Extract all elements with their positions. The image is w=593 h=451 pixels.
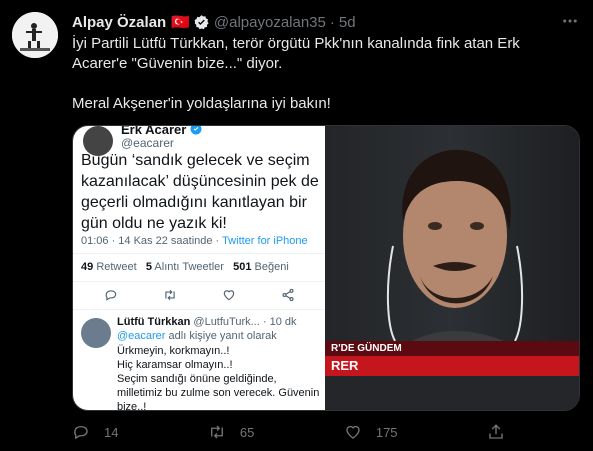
divider	[73, 281, 325, 282]
divider	[73, 253, 325, 254]
heart-icon	[344, 423, 362, 441]
verified-badge-icon	[193, 14, 210, 31]
author-name[interactable]: Alpay Özalan	[72, 14, 166, 31]
tweet-text: İyi Partili Lütfü Türkkan, terör örgütü …	[72, 34, 577, 114]
embedded-verified-icon	[190, 126, 202, 135]
like-button[interactable]: 175	[344, 423, 398, 441]
reply-button[interactable]: 14	[72, 423, 118, 441]
share-icon	[281, 288, 294, 302]
reply-icon	[72, 423, 90, 441]
embedded-stats: 49 Retweet 5 Alıntı Tweetler 501 Beğeni	[81, 261, 289, 273]
author-avatar[interactable]	[12, 12, 58, 58]
more-options-icon[interactable]	[559, 10, 581, 32]
reply-avatar	[81, 318, 111, 348]
tweet-media[interactable]: Erk Acarer @eacarer Bugün ‘sandık gelece…	[72, 125, 580, 411]
reply-text: Ürkmeyin, korkmayın..! Hiç karamsar olma…	[117, 345, 320, 410]
embedded-handle: @eacarer	[121, 136, 174, 150]
retweet-button[interactable]: 65	[208, 423, 254, 441]
embedded-meta: 01:06 · 14 Kas 22 saatinde · Twitter for…	[81, 235, 308, 247]
tweet-text-line-1: İyi Partili Lütfü Türkkan, terör örgütü …	[72, 35, 520, 72]
embedded-tweet-screenshot: Erk Acarer @eacarer Bugün ‘sandık gelece…	[73, 126, 325, 410]
embedded-actions	[81, 287, 317, 303]
tv-banner-top: R'DE GÜNDEM	[325, 341, 579, 356]
retweet-icon	[164, 289, 175, 301]
retweet-icon	[208, 423, 226, 441]
like-count: 175	[375, 424, 398, 440]
turkey-flag-icon: 🇹🇷	[171, 14, 190, 31]
reply-icon	[105, 290, 116, 301]
tv-banner-bottom	[325, 376, 579, 410]
reply-count: 14	[104, 424, 119, 440]
tweet-header: Alpay Özalan 🇹🇷 @alpayozalan35 · 5d	[72, 12, 356, 32]
tweet-actions: 14 65 175	[72, 422, 505, 442]
reply-header: Lütfü Türkkan @LutfuTurk... · 10 dk	[117, 316, 297, 328]
share-icon	[487, 423, 505, 441]
tweet-text-line-2: Meral Akşener'in yoldaşlarına iyi bakın!	[72, 95, 331, 112]
tv-banner-name: RER	[325, 356, 579, 376]
separator-dot: ·	[329, 13, 335, 31]
tweet-time[interactable]: 5d	[339, 14, 356, 31]
reply-to: @eacarer adlı kişiye yanıt olarak	[117, 330, 277, 342]
share-button[interactable]	[487, 423, 505, 441]
retweet-count: 65	[239, 424, 255, 440]
author-handle[interactable]: @alpayozalan35	[214, 14, 326, 31]
heart-icon	[223, 290, 234, 301]
tv-screenshot: R'DE GÜNDEM RER	[325, 126, 579, 410]
divider	[73, 309, 325, 310]
embedded-text: Bugün ‘sandık gelecek ve seçim kazanılac…	[81, 152, 319, 232]
